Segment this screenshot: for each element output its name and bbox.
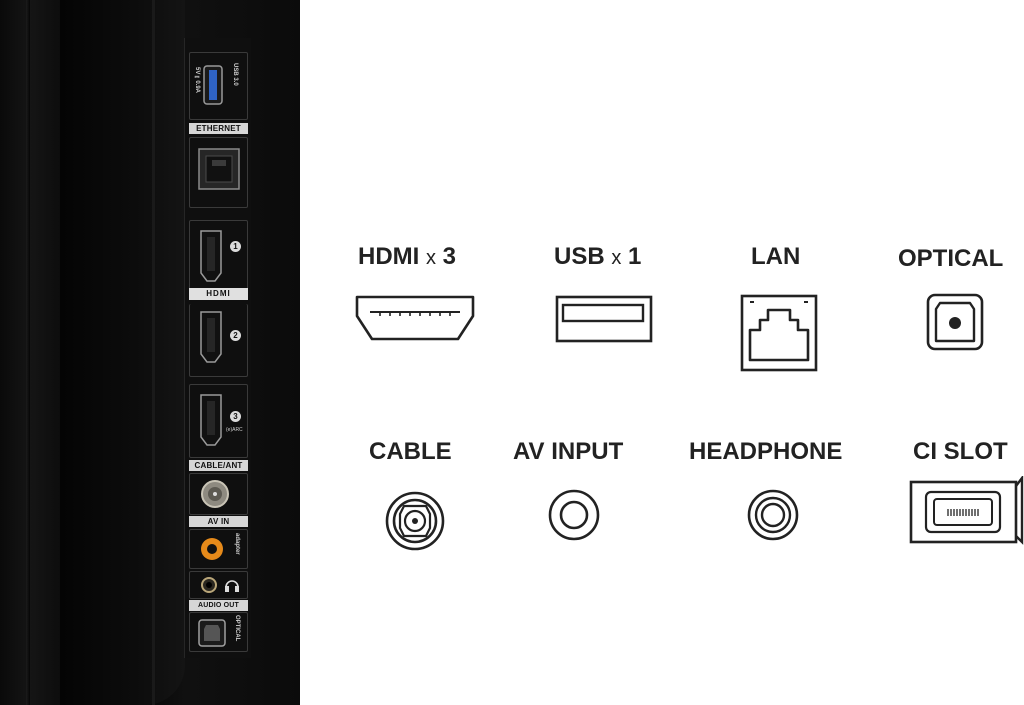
tv-edge <box>26 0 30 705</box>
io-panel: 5V⎓0.9A USB 3.0 ETHERNET 1 HDMI 2 3 (e)A… <box>184 38 251 658</box>
lan-feature-label: LAN <box>751 243 801 270</box>
earc-label: (e)ARC <box>226 427 243 433</box>
hdmi-port-box-3: 3 (e)ARC <box>189 384 248 458</box>
av-input-icon <box>548 489 600 541</box>
headphone-port-icon <box>201 577 217 593</box>
usb-port-icon <box>555 295 653 343</box>
optical-port-box: OPTICAL <box>189 612 248 652</box>
coax-port-icon <box>385 491 445 551</box>
ethernet-port-icon <box>198 148 240 190</box>
headphone-jack-icon <box>747 489 799 541</box>
optical-label: OPTICAL <box>234 615 240 642</box>
headphone-icon <box>225 580 239 592</box>
av-in-label: AV IN <box>189 516 248 527</box>
av-port-icon <box>201 538 223 560</box>
hdmi-port-box-1: 1 <box>189 220 248 294</box>
tv-edge <box>152 0 155 705</box>
coax-port-icon <box>201 480 229 508</box>
lan-port-icon <box>740 294 818 372</box>
cable-feature-label: CABLE <box>369 438 452 465</box>
usb-port-box: 5V⎓0.9A USB 3.0 <box>189 52 248 120</box>
usb-port-icon <box>203 65 223 105</box>
ethernet-port-box <box>189 137 248 208</box>
hdmi-port-icon <box>200 230 222 282</box>
cable-ant-label: CABLE/ANT <box>189 460 248 471</box>
hdmi-number-2: 2 <box>230 330 241 341</box>
hdmi-port-icon <box>200 311 222 363</box>
ci-slot-icon <box>909 476 1024 545</box>
hdmi-logo: HDMI <box>189 288 248 300</box>
hdmi-port-icon <box>200 394 222 446</box>
hdmi-number-1: 1 <box>230 241 241 252</box>
tv-back-photo: 5V⎓0.9A USB 3.0 ETHERNET 1 HDMI 2 3 (e)A… <box>0 0 300 705</box>
optical-port-icon <box>198 619 226 647</box>
headphone-port-box <box>189 571 248 599</box>
av-port-box: adapter <box>189 529 248 569</box>
usb-power-text: 5V⎓0.9A <box>194 67 200 94</box>
av-input-feature-label: AV INPUT <box>513 438 624 465</box>
hdmi-port-box-2: 2 <box>189 304 248 377</box>
cable-port-box <box>189 473 248 515</box>
hdmi-feature-label: HDMI x 3 <box>358 243 457 270</box>
usb-label: USB 3.0 <box>232 63 238 86</box>
ci-slot-feature-label: CI SLOT <box>913 438 1008 465</box>
ethernet-label: ETHERNET <box>189 123 248 134</box>
tv-stand-curve <box>60 0 185 705</box>
hdmi-number-3: 3 <box>230 411 241 422</box>
headphone-feature-label: HEADPHONE <box>689 438 843 465</box>
usb-feature-label: USB x 1 <box>554 243 642 270</box>
hdmi-port-icon <box>355 295 475 341</box>
audio-out-label: AUDIO OUT <box>189 600 248 611</box>
optical-feature-label: OPTICAL <box>898 245 1004 272</box>
optical-port-icon <box>926 293 984 351</box>
adapter-label: adapter <box>234 533 240 555</box>
